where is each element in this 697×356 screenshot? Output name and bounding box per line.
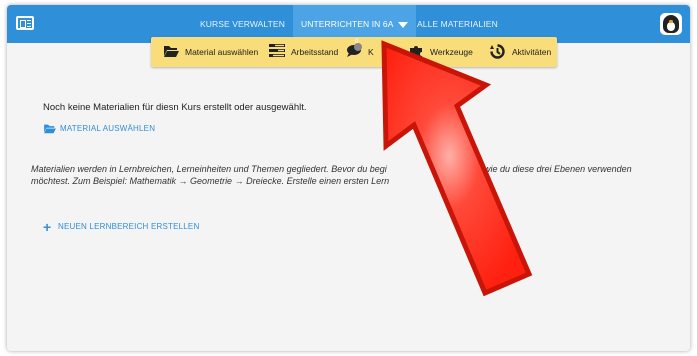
big-red-arrow-icon [381, 40, 533, 297]
